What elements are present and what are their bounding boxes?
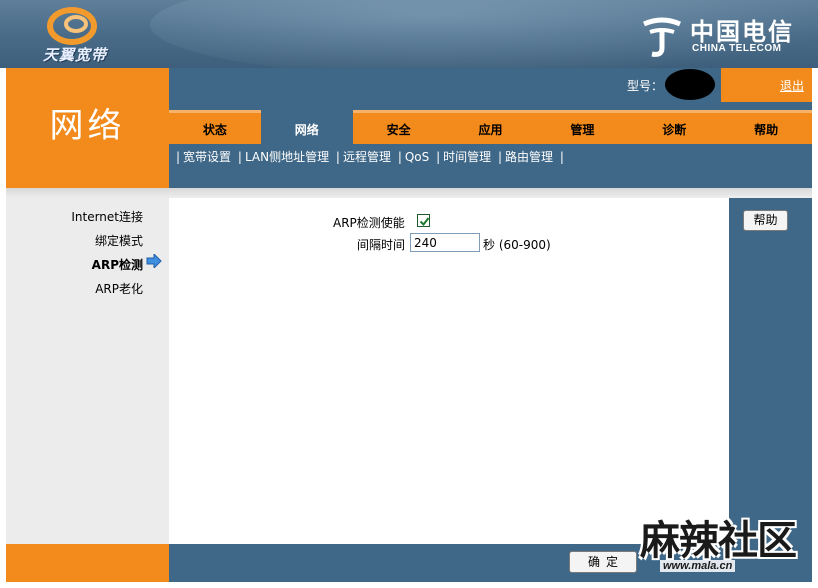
help-button[interactable]: 帮助 [743,210,788,231]
submenu-item-qos[interactable]: QoS [405,150,429,164]
tab-management[interactable]: 管理 [536,110,629,144]
main-content: ARP检测使能 间隔时间 秒 (60-900) [169,198,729,544]
nav-item-binding-mode[interactable]: 绑定模式 [95,232,143,249]
submenu-bar: | 宽带设置 | LAN侧地址管理 | 远程管理 | QoS | 时间管理 | 路由管理 | [169,144,812,188]
china-telecom-logo: 中国电信 CHINA TELECOM [640,12,800,62]
section-title-box: 网络 [6,68,169,188]
tianyi-broadband-logo: 天翼宽带 [30,6,120,64]
tab-help[interactable]: 帮助 [720,110,813,144]
interval-unit-label: 秒 (60-900) [483,238,551,252]
arp-enable-checkbox[interactable] [417,214,430,227]
main-tabs: 状态 网络 安全 应用 管理 诊断 帮助 [169,102,813,144]
help-column: 帮助 [729,198,812,544]
watermark-text: 麻辣社区 [640,517,797,564]
tab-network[interactable]: 网络 [260,110,353,144]
interval-input[interactable] [410,233,480,252]
tab-diagnostics[interactable]: 诊断 [628,110,721,144]
nav-item-arp-aging[interactable]: ARP老化 [95,280,143,297]
checkmark-icon [419,217,430,227]
submenu: | 宽带设置 | LAN侧地址管理 | 远程管理 | QoS | 时间管理 | 路由管理 | [176,150,564,164]
confirm-button[interactable]: 确定 [569,551,637,573]
china-telecom-cn: 中国电信 [690,17,794,46]
arrow-right-icon [146,254,162,268]
tab-status[interactable]: 状态 [169,110,261,144]
footer-left [6,544,169,582]
tianyi-logo-text: 天翼宽带 [42,46,107,64]
china-telecom-en: CHINA TELECOM [692,43,782,54]
divider-strip [6,188,812,198]
tab-security[interactable]: 安全 [352,110,445,144]
submenu-item-lan-address[interactable]: LAN侧地址管理 [245,150,329,164]
submenu-item-remote-management[interactable]: 远程管理 [343,150,391,164]
mala-watermark: 麻辣社区 www.mala.cn [640,508,816,584]
logout-link[interactable]: 退出 [780,77,804,94]
interval-label: 间隔时间 [357,238,406,252]
model-label: 型号： [627,79,664,93]
submenu-item-broadband-settings[interactable]: 宽带设置 [183,150,231,164]
model-value-redacted [665,69,715,100]
arp-enable-label: ARP检测使能 [333,216,405,230]
section-title: 网络 [49,106,126,146]
submenu-item-route-management[interactable]: 路由管理 [505,150,553,164]
nav-item-internet-connection[interactable]: Internet连接 [71,208,143,225]
header-banner: 天翼宽带 中国电信 CHINA TELECOM [0,0,818,68]
watermark-url: www.mala.cn [660,560,736,572]
submenu-item-time-management[interactable]: 时间管理 [443,150,491,164]
top-info-bar: 型号： 退出 [169,68,812,102]
nav-item-arp-detection[interactable]: ARP检测 [92,256,143,273]
tab-application[interactable]: 应用 [444,110,537,144]
left-nav: Internet连接 绑定模式 ARP检测 ARP老化 [6,198,169,544]
tianyi-swirl-icon [47,7,97,45]
logout-area: 退出 [721,68,812,102]
china-telecom-icon [642,17,682,57]
